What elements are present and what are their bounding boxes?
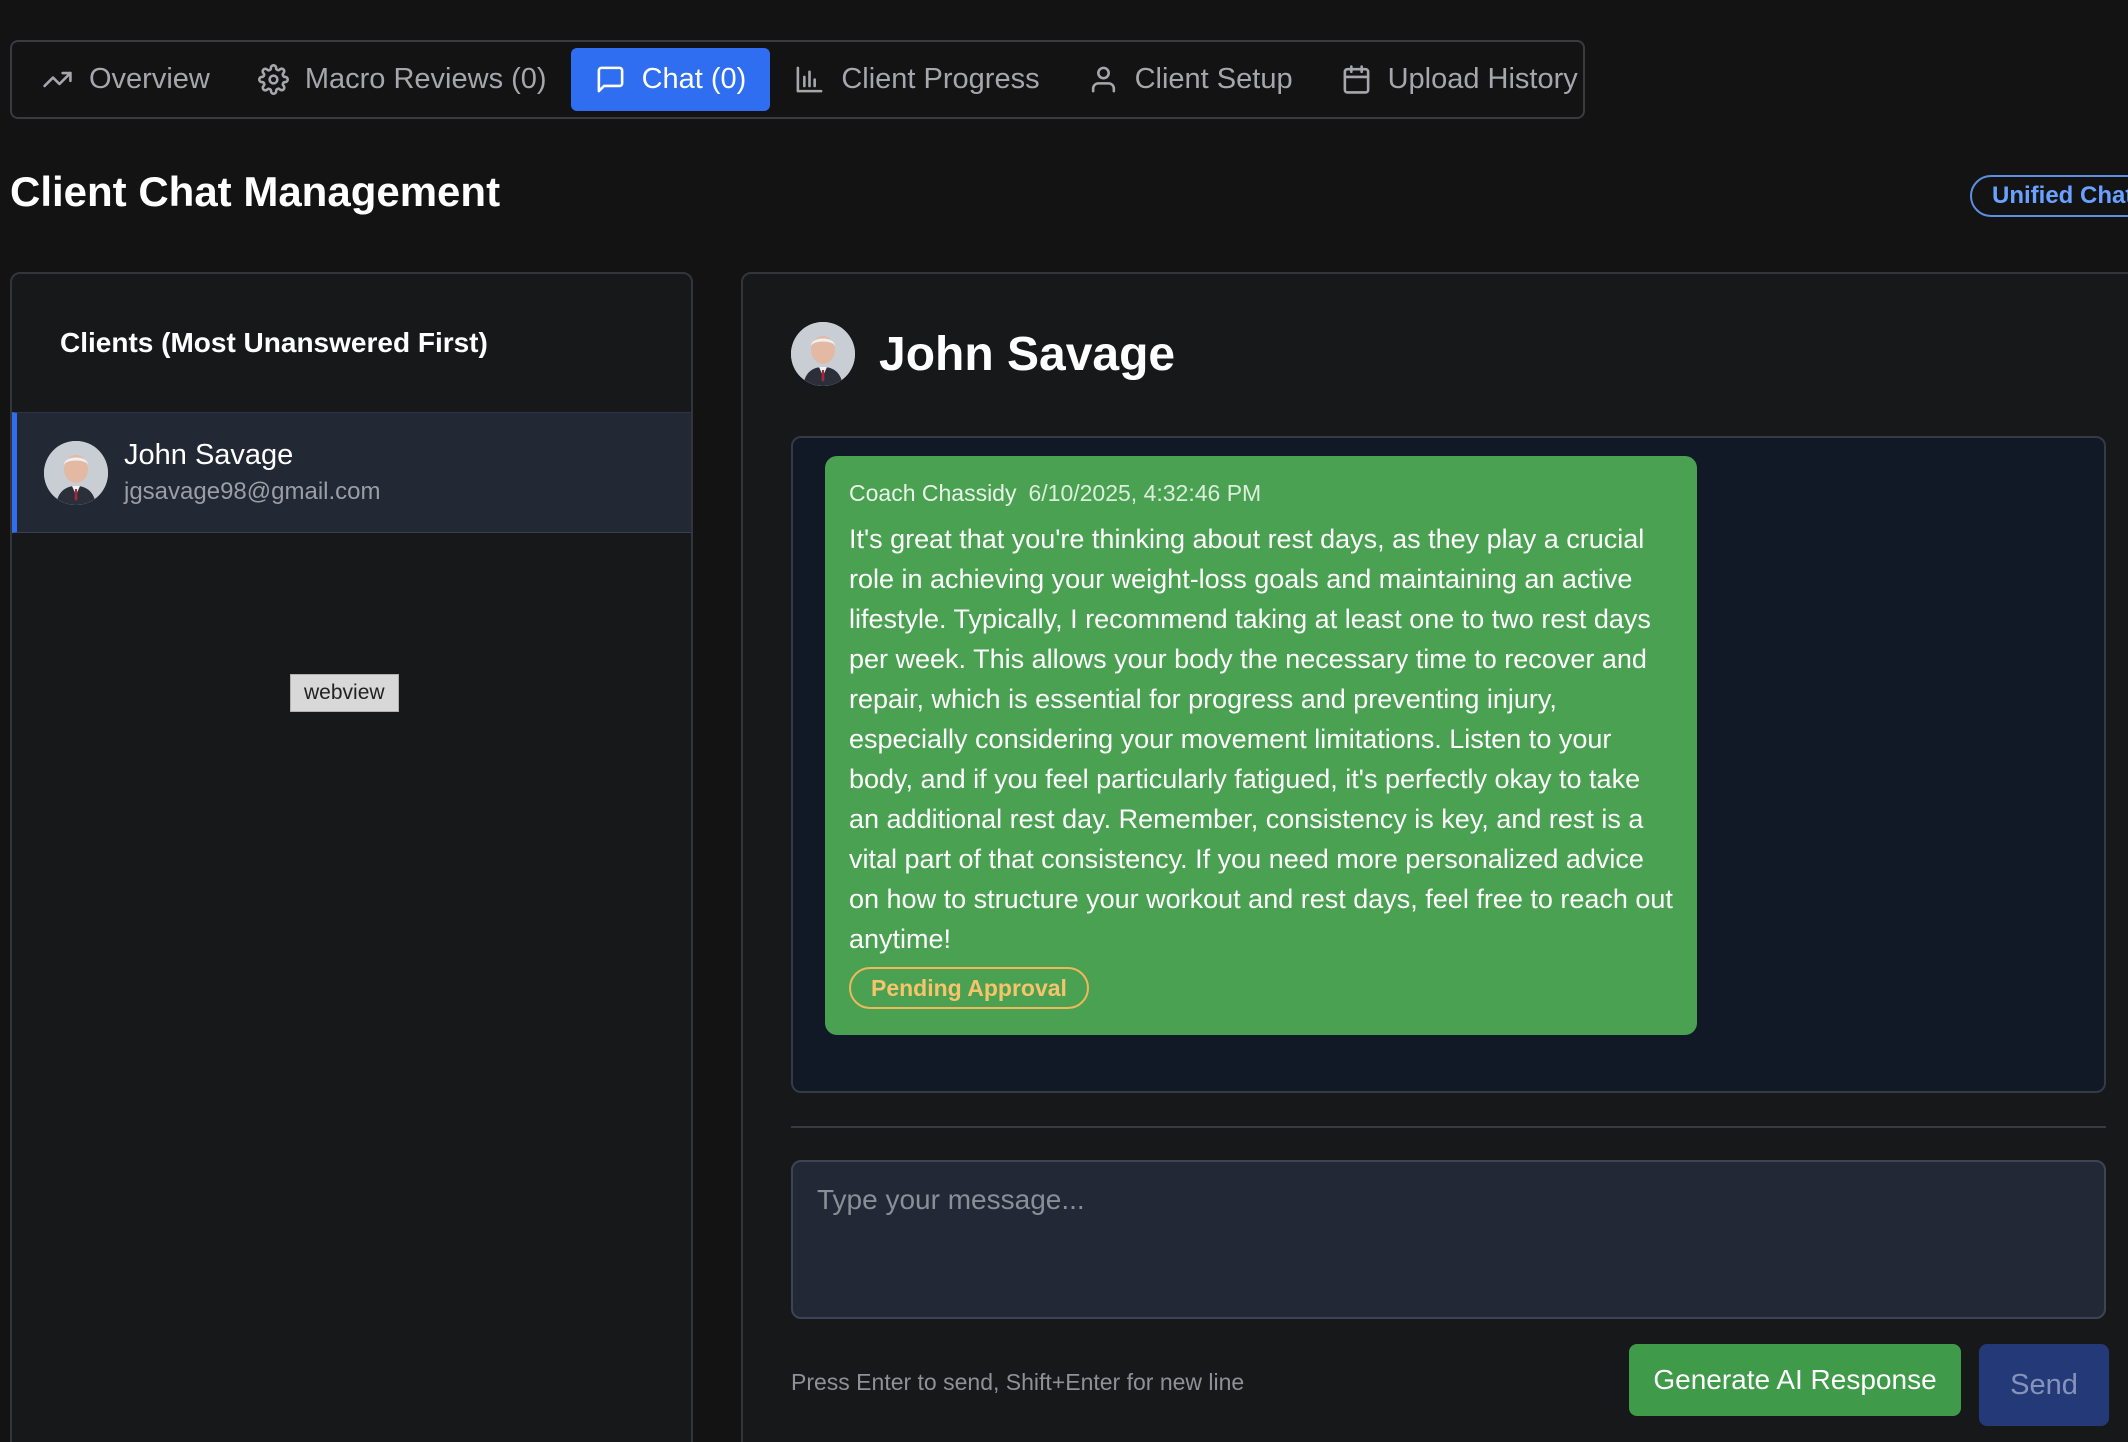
message-list[interactable]: Coach Chassidy 6/10/2025, 4:32:46 PM It's… — [791, 436, 2106, 1093]
send-button[interactable]: Send — [1979, 1344, 2109, 1426]
message-input[interactable] — [791, 1160, 2106, 1319]
tab-chat[interactable]: Chat (0) — [570, 48, 771, 111]
user-icon — [1091, 66, 1115, 93]
message-square-icon — [597, 66, 623, 93]
main-tab-bar: Overview Macro Reviews (0) Chat (0) Clie… — [10, 40, 1585, 119]
client-info: John Savage jgsavage98@gmail.com — [124, 439, 381, 506]
gear-icon — [257, 64, 289, 95]
tab-client-progress[interactable]: Client Progress — [770, 48, 1063, 111]
message-body: It's great that you're thinking about re… — [849, 524, 1673, 954]
trending-up-icon — [43, 71, 72, 88]
status-badge: Pending Approval — [849, 967, 1089, 1009]
tab-label: Chat (0) — [641, 63, 747, 95]
tab-label: Client Progress — [841, 63, 1040, 95]
unified-chat-badge: Unified Chat — [1970, 175, 2128, 217]
chat-client-name: John Savage — [879, 327, 1176, 381]
tab-client-setup[interactable]: Client Setup — [1064, 48, 1317, 111]
client-list-item[interactable]: John Savage jgsavage98@gmail.com — [12, 412, 691, 533]
client-avatar-icon — [791, 322, 855, 386]
calendar-icon — [1343, 65, 1370, 94]
client-email: jgsavage98@gmail.com — [124, 478, 381, 505]
tab-label: Overview — [89, 63, 210, 95]
bar-chart-icon — [796, 66, 823, 93]
webview-label: webview — [290, 674, 399, 712]
message-timestamp: 6/10/2025, 4:32:46 PM — [1028, 480, 1262, 506]
divider — [791, 1126, 2106, 1128]
tab-upload-history[interactable]: Upload History — [1317, 48, 1602, 111]
tab-label: Client Setup — [1134, 63, 1293, 95]
input-hint: Press Enter to send, Shift+Enter for new… — [791, 1369, 1245, 1395]
tab-macro-reviews[interactable]: Macro Reviews (0) — [234, 48, 571, 111]
client-list-header: Clients (Most Unanswered First) — [60, 327, 488, 358]
client-list-panel: Clients (Most Unanswered First) John Sav… — [10, 272, 693, 1442]
tab-label: Macro Reviews (0) — [304, 63, 547, 95]
client-avatar-icon — [44, 440, 108, 505]
tab-label: Upload History — [1387, 63, 1578, 95]
avatar — [44, 440, 108, 505]
page-title: Client Chat Management — [10, 168, 501, 215]
message-sender: Coach Chassidy — [849, 480, 1017, 506]
client-name: John Savage — [124, 439, 294, 471]
message-meta: Coach Chassidy 6/10/2025, 4:32:46 PM — [849, 480, 1673, 507]
chat-header: John Savage — [791, 322, 1175, 386]
avatar — [791, 322, 855, 386]
chat-panel: John Savage Coach Chassidy 6/10/2025, 4:3… — [741, 272, 2128, 1442]
generate-ai-response-button[interactable]: Generate AI Response — [1629, 1344, 1961, 1416]
app-root: Overview Macro Reviews (0) Chat (0) Clie… — [0, 0, 2128, 1442]
tab-overview[interactable]: Overview — [18, 48, 234, 111]
message-bubble: Coach Chassidy 6/10/2025, 4:32:46 PM It's… — [825, 456, 1697, 1035]
